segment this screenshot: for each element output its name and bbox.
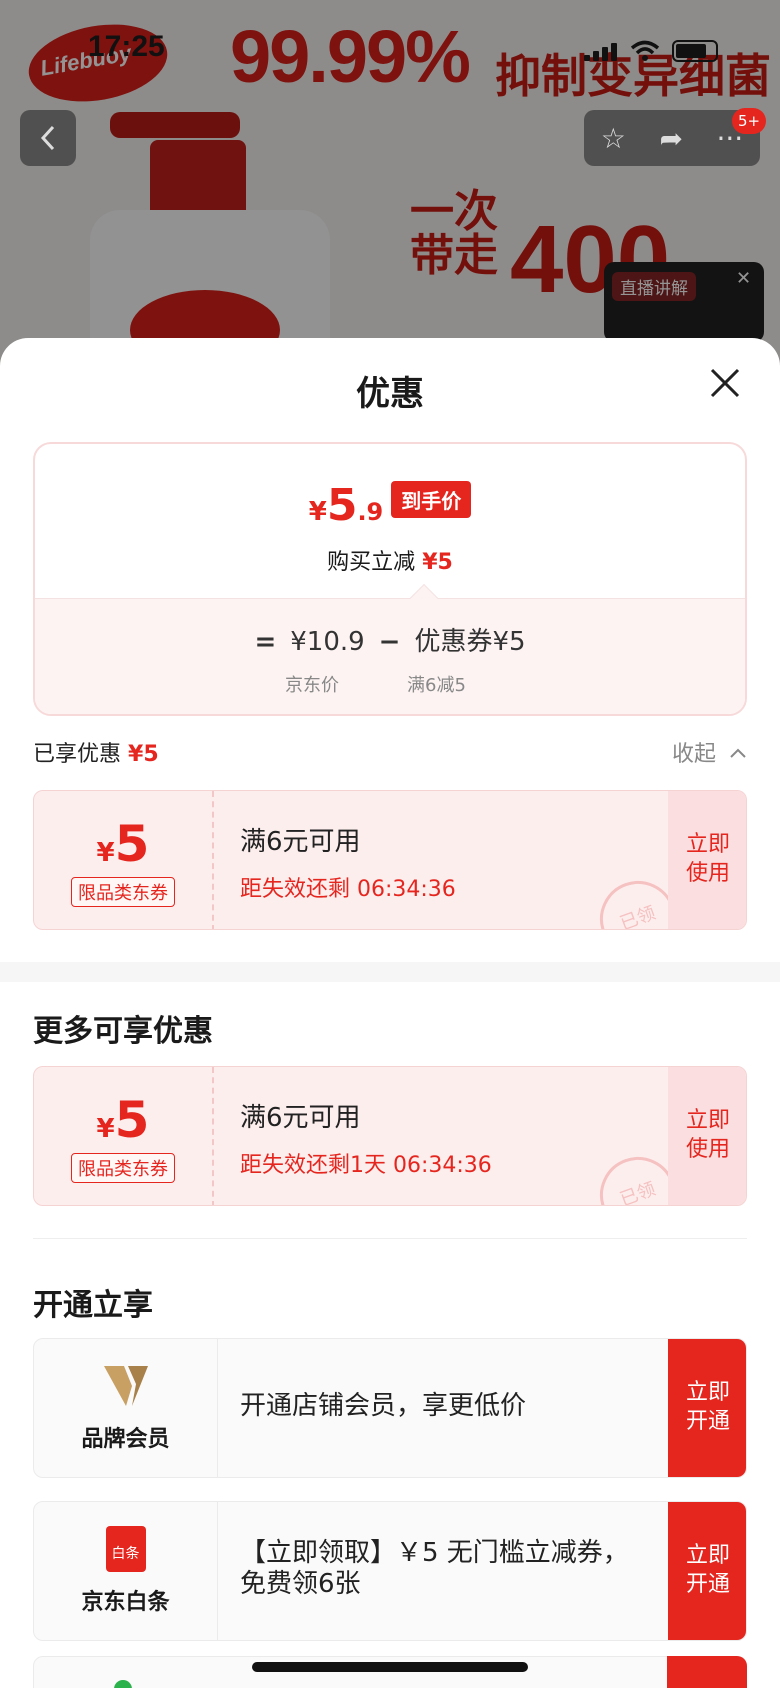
star-icon[interactable]: ☆ <box>601 122 626 155</box>
product-image-area: Lifebuoy 99.99% 抑制变异细菌 一次 带走 400 直播讲解 ✕ 1… <box>0 0 780 380</box>
message-badge: 5+ <box>732 108 767 134</box>
price-currency: ¥ <box>308 497 327 527</box>
enjoyed-discount: 已享优惠 ¥5 <box>33 736 159 768</box>
coupon-currency: ¥ <box>96 1114 115 1144</box>
baitiao-icon: 白条 <box>105 1526 146 1572</box>
status-time: 17:25 <box>88 30 165 63</box>
coupon-card-more: ¥5 限品类东券 满6元可用 距失效还剩1天 06:34:36 已领 立即使用 <box>33 1066 747 1206</box>
member-card-baitiao: 白条 京东白条 【立即领取】￥5 无门槛立减券，免费领6张 立即开通 <box>33 1501 747 1641</box>
coupon-value-area: ¥5 限品类东券 <box>34 1067 214 1205</box>
coupon-currency: ¥ <box>96 838 115 868</box>
close-icon[interactable] <box>708 366 742 400</box>
collapse-label: 收起 <box>672 742 717 767</box>
price-decimal: .9 <box>357 498 384 526</box>
member-desc: 开通店铺会员，享更低价 <box>240 1391 527 1421</box>
more-discounts-title: 更多可享优惠 <box>33 1014 213 1049</box>
collapse-button[interactable]: 收起 <box>672 736 747 768</box>
member-card-brand: 品牌会员 开通店铺会员，享更低价 立即开通 <box>33 1338 747 1478</box>
battery-icon <box>672 40 718 62</box>
coupon-value-area: ¥5 限品类东券 <box>34 791 214 929</box>
coupon-amount: ¥5 <box>34 1091 212 1149</box>
coupon-condition: 满6元可用 <box>240 827 361 857</box>
final-price: ¥5.9 到手价 <box>35 480 745 531</box>
minus-sign: − <box>378 627 401 657</box>
status-icons <box>584 40 718 62</box>
divider <box>33 1238 747 1239</box>
equals-sign: = <box>254 627 277 657</box>
enjoyed-label: 已享优惠 <box>33 742 122 767</box>
signal-icon <box>584 41 618 61</box>
sheet-title: 优惠 <box>356 374 424 414</box>
coupon-amount-value: 5 <box>114 815 150 873</box>
final-price-tag: 到手价 <box>391 481 472 518</box>
purchase-reduce-value: ¥5 <box>422 550 453 575</box>
chevron-left-icon <box>40 125 55 151</box>
use-coupon-label: 立即使用 <box>685 832 730 886</box>
coupon-amount: ¥5 <box>34 815 212 873</box>
price-breakdown: ¥5.9 到手价 购买立减 ¥5 = ¥10.9 − 优惠券¥5 京东价 满6减5 <box>33 442 747 716</box>
price-integer: 5 <box>326 480 358 531</box>
enjoyed-value: ¥5 <box>128 742 159 767</box>
coupon-condition: 满6元可用 <box>240 1103 361 1133</box>
coupon-deduction: 优惠券¥5 <box>414 627 526 657</box>
use-coupon-button[interactable]: 立即使用 <box>668 791 746 929</box>
home-indicator[interactable] <box>252 1662 528 1672</box>
member-desc: 【立即领取】￥5 无门槛立减券，免费领6张 <box>240 1538 629 1600</box>
open-baitiao-button[interactable]: 立即开通 <box>668 1502 746 1640</box>
open-baitiao-label: 立即开通 <box>685 1543 730 1597</box>
jd-price-label: 京东价 <box>285 675 339 696</box>
section-separator <box>0 962 780 982</box>
purchase-reduce: 购买立减 ¥5 <box>35 544 745 576</box>
baitiao-icon-wrap: 白条 <box>101 1524 151 1574</box>
coupon-amount-value: 5 <box>114 1091 150 1149</box>
use-coupon-label: 立即使用 <box>685 1108 730 1162</box>
use-coupon-button[interactable]: 立即使用 <box>668 1067 746 1205</box>
member-baitiao-area: 白条 京东白条 <box>34 1502 218 1640</box>
member-name: 京东白条 <box>81 1590 170 1615</box>
open-membership-label: 立即开通 <box>685 1380 730 1434</box>
open-membership-button[interactable]: 立即开通 <box>668 1339 746 1477</box>
member-brand-area: 品牌会员 <box>34 1339 218 1477</box>
member-card-peek-action[interactable] <box>667 1656 747 1688</box>
member-name: 品牌会员 <box>81 1427 170 1452</box>
coupon-expiry: 距失效还剩 06:34:36 <box>240 877 456 902</box>
price-formula: = ¥10.9 − 优惠券¥5 京东价 满6减5 <box>35 598 745 714</box>
coupon-expiry: 距失效还剩1天 06:34:36 <box>240 1153 492 1178</box>
back-button[interactable] <box>20 110 76 166</box>
discount-sheet: 优惠 ¥5.9 到手价 购买立减 ¥5 = ¥10.9 − 优惠券¥5 京东价 满… <box>0 338 780 1688</box>
open-benefits-title: 开通立享 <box>33 1288 153 1323</box>
purchase-reduce-label: 购买立减 <box>327 550 416 575</box>
chevron-up-icon <box>730 748 746 758</box>
jd-price: ¥10.9 <box>290 627 365 657</box>
member-card-peek <box>33 1656 747 1688</box>
coupon-card-enjoyed: ¥5 限品类东券 满6元可用 距失效还剩 06:34:36 已领 立即使用 <box>33 790 747 930</box>
wifi-icon <box>630 40 660 61</box>
share-icon[interactable]: ➦ <box>659 122 682 155</box>
brand-v-icon <box>101 1361 151 1411</box>
coupon-type-badge: 限品类东券 <box>71 877 175 907</box>
coupon-type-badge: 限品类东券 <box>71 1153 175 1183</box>
coupon-rule-label: 满6减5 <box>407 675 466 696</box>
